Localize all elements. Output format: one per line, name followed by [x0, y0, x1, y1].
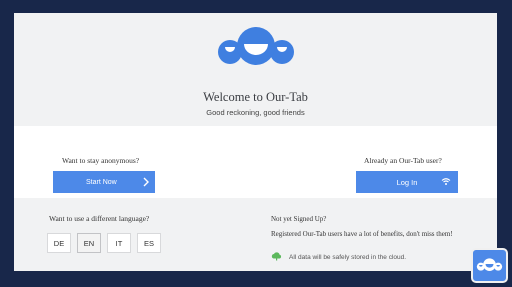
anonymous-question: Want to stay anonymous?	[62, 156, 140, 165]
language-option-it[interactable]: IT	[107, 233, 131, 253]
start-now-button[interactable]: Start Now	[53, 171, 155, 193]
welcome-card: Welcome to Our-Tab Good reckoning, good …	[14, 13, 497, 271]
cloud-note: All data will be safely stored in the cl…	[289, 254, 407, 261]
our-tab-app-button[interactable]	[471, 248, 508, 283]
our-tab-logo-icon	[476, 258, 503, 271]
header-section: Welcome to Our-Tab Good reckoning, good …	[14, 13, 497, 126]
log-in-button[interactable]: Log In	[356, 171, 458, 193]
tagline: Good reckoning, good friends	[206, 108, 305, 117]
chevron-right-icon	[143, 177, 149, 187]
log-in-label: Log In	[396, 177, 418, 187]
language-option-de[interactable]: DE	[47, 233, 71, 253]
welcome-title: Welcome to Our-Tab	[203, 90, 308, 104]
signup-benefits: Registered Our-Tab users have a lot of b…	[271, 230, 453, 238]
cloud-icon	[271, 252, 282, 261]
sign-in-section: Want to stay anonymous? Start Now Alread…	[14, 126, 497, 198]
language-option-es[interactable]: ES	[137, 233, 161, 253]
existing-user-question: Already an Our-Tab user?	[364, 156, 442, 165]
our-tab-logo-icon	[218, 27, 294, 65]
start-now-label: Start Now	[86, 178, 117, 186]
signup-heading: Not yet Signed Up?	[271, 215, 327, 223]
wifi-icon	[441, 178, 451, 185]
language-option-en[interactable]: EN	[77, 233, 101, 253]
language-question: Want to use a different language?	[49, 214, 150, 223]
